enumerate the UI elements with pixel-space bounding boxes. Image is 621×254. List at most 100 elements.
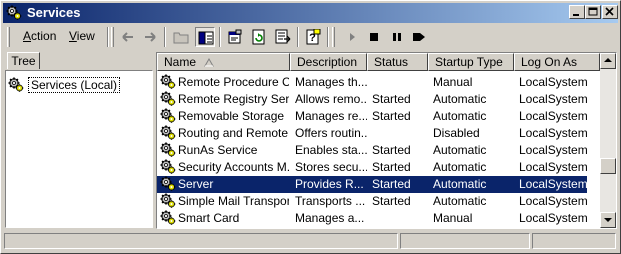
service-gear-icon: [160, 193, 176, 209]
service-row[interactable]: Simple Mail Transpor... Transports ... Sta…: [157, 193, 588, 210]
back-button[interactable]: [118, 27, 138, 47]
services-list: Name Description Status Startup Type Log…: [156, 52, 617, 229]
tree-item-label: Services (Local): [28, 77, 121, 93]
up-folder-icon: [173, 32, 189, 44]
properties-icon: [228, 29, 242, 44]
back-arrow-icon: [122, 32, 133, 42]
stop-service-button[interactable]: [364, 27, 384, 47]
service-row[interactable]: Remote Procedure C... Manages th... Manual…: [157, 74, 588, 91]
toolbar-separator: [164, 27, 166, 47]
column-header-name[interactable]: Name: [157, 53, 290, 71]
minimize-icon: [573, 14, 579, 16]
column-header-log-on-as[interactable]: Log On As: [514, 53, 600, 71]
window-title: Services: [27, 5, 81, 20]
cell-status: Started: [372, 92, 411, 106]
vertical-scrollbar[interactable]: [600, 53, 616, 228]
service-row[interactable]: Removable Storage Manages re... Started Aut…: [157, 108, 588, 125]
service-gear-icon: [160, 91, 176, 107]
cell-name: Remote Registry Ser...: [178, 92, 289, 106]
service-gear-icon: [160, 125, 176, 141]
cell-status: Started: [372, 160, 411, 174]
column-header-description[interactable]: Description: [290, 53, 367, 71]
services-gear-icon: [6, 5, 22, 21]
status-pane-secondary: [400, 233, 530, 249]
scroll-up-button[interactable]: [600, 53, 616, 69]
cell-status: Started: [372, 177, 411, 191]
cell-description: Manages th...: [295, 75, 367, 89]
cell-name: Security Accounts M...: [178, 160, 289, 174]
up-one-level-button[interactable]: [171, 27, 191, 47]
stop-service-icon: [370, 33, 378, 41]
service-gear-icon: [160, 176, 176, 192]
cell-description: Offers routin...: [295, 126, 367, 140]
start-service-button[interactable]: [342, 27, 362, 47]
scrollbar-thumb[interactable]: [600, 158, 616, 174]
cell-name: Smart Card: [178, 211, 240, 225]
service-gear-icon: [160, 74, 176, 90]
refresh-button[interactable]: [249, 27, 269, 47]
toolbar-grip[interactable]: [111, 27, 114, 47]
cell-startup-type: Disabled: [433, 126, 480, 140]
services-window: Services Action View ? Tree Services (Lo…: [0, 0, 621, 254]
cell-description: Provides R...: [295, 177, 364, 191]
cell-description: Manages re...: [295, 109, 367, 123]
help-button[interactable]: ?: [303, 27, 323, 47]
cell-startup-type: Automatic: [433, 160, 487, 174]
cell-description: Transports ...: [295, 194, 366, 208]
service-row[interactable]: Server Provides R... Started Automatic Local…: [157, 176, 588, 193]
show-hide-tree-icon: [198, 31, 214, 45]
tab-tree[interactable]: Tree: [7, 52, 40, 69]
menu-toolbar: Action View ?: [3, 25, 618, 49]
service-row[interactable]: Security Accounts M... Stores secu... Star…: [157, 159, 588, 176]
cell-log-on-as: LocalSystem: [519, 143, 588, 157]
refresh-icon: [252, 29, 265, 45]
cell-status: Started: [372, 143, 411, 157]
cell-description: Manages a...: [295, 211, 365, 225]
export-list-button[interactable]: [273, 27, 293, 47]
cell-description: Stores secu...: [295, 160, 367, 174]
status-pane-main: [4, 233, 398, 249]
cell-log-on-as: LocalSystem: [519, 92, 588, 106]
forward-button[interactable]: [140, 27, 160, 47]
properties-button[interactable]: [225, 27, 245, 47]
show-hide-tree-button[interactable]: [195, 27, 215, 47]
service-gear-icon: [160, 108, 176, 124]
start-service-icon: [350, 33, 355, 41]
pause-service-button[interactable]: [387, 27, 407, 47]
service-gear-icon: [160, 142, 176, 158]
cell-description: Enables sta...: [295, 143, 367, 157]
service-row[interactable]: RunAs Service Enables sta... Started Automa…: [157, 142, 588, 159]
cell-startup-type: Automatic: [433, 143, 487, 157]
title-bar[interactable]: Services: [3, 3, 618, 23]
column-header-startup-type[interactable]: Startup Type: [428, 53, 514, 71]
cell-status: Started: [372, 194, 411, 208]
minimize-button[interactable]: [569, 5, 585, 19]
toolbar-grip[interactable]: [332, 27, 335, 47]
maximize-icon: [588, 7, 598, 16]
help-icon: ?: [306, 29, 321, 45]
forward-arrow-icon: [145, 32, 156, 42]
menu-view[interactable]: View: [69, 29, 95, 43]
toolbar-separator: [219, 27, 221, 47]
service-row[interactable]: Routing and Remote... Offers routin... Dis…: [157, 125, 588, 142]
cell-log-on-as: LocalSystem: [519, 177, 588, 191]
toolbar-separator: [107, 27, 109, 47]
cell-log-on-as: LocalSystem: [519, 126, 588, 140]
close-button[interactable]: [602, 5, 618, 19]
maximize-button[interactable]: [585, 5, 601, 19]
service-row[interactable]: Remote Registry Ser... Allows remo... Star…: [157, 91, 588, 108]
toolbar-separator: [297, 27, 299, 47]
toolbar-separator: [327, 27, 329, 47]
service-row[interactable]: Smart Card Manages a... Manual LocalSystem: [157, 210, 588, 227]
column-header-status[interactable]: Status: [367, 53, 428, 71]
restart-service-button[interactable]: [409, 27, 429, 47]
toolbar-grip[interactable]: [7, 27, 10, 47]
cell-name: Simple Mail Transpor...: [178, 194, 289, 208]
cell-status: Started: [372, 109, 411, 123]
scroll-down-button[interactable]: [600, 212, 616, 228]
cell-startup-type: Automatic: [433, 92, 487, 106]
menu-action[interactable]: Action: [23, 29, 56, 43]
cell-log-on-as: LocalSystem: [519, 160, 588, 174]
arrow-up-icon: [604, 58, 612, 62]
tree-pane: Services (Local): [5, 70, 153, 228]
